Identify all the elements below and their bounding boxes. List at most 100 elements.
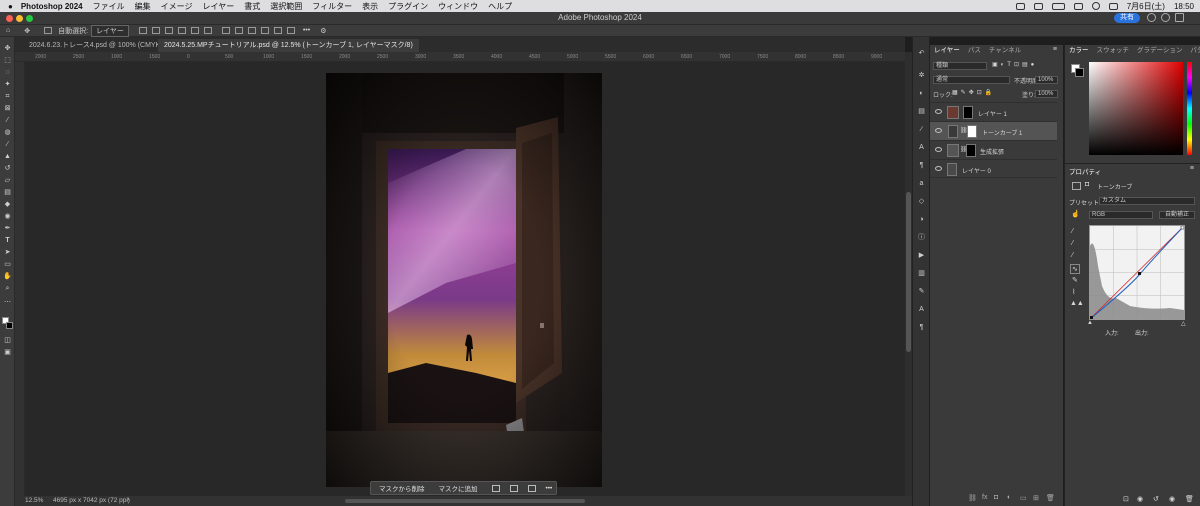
- frame-tool-icon[interactable]: ⊠: [3, 105, 12, 113]
- hue-slider[interactable]: [1187, 62, 1192, 155]
- more-tools-icon[interactable]: ⋯: [3, 299, 12, 307]
- path-selection-tool-icon[interactable]: ➤: [3, 249, 12, 257]
- magic-wand-tool-icon[interactable]: ✦: [3, 81, 12, 89]
- visibility-eye-icon[interactable]: [935, 109, 942, 114]
- eyedropper-gray-icon[interactable]: ⁄: [1072, 240, 1073, 247]
- more-options-button[interactable]: •••: [546, 485, 553, 492]
- trash-icon[interactable]: 🗑: [1185, 495, 1194, 503]
- clipping-warning-icon[interactable]: ▲▲: [1070, 300, 1084, 307]
- menu-view[interactable]: 表示: [362, 1, 378, 12]
- help-icon[interactable]: [1161, 13, 1170, 22]
- apple-icon[interactable]: ●: [8, 2, 13, 11]
- tab-gradients[interactable]: グラデーション: [1133, 45, 1186, 57]
- 3d-icon[interactable]: ◇: [917, 197, 926, 206]
- battery-icon[interactable]: [1051, 2, 1065, 10]
- mask-refine-icon[interactable]: [509, 484, 518, 492]
- distribute-icon[interactable]: [221, 27, 230, 34]
- visibility-eye-icon[interactable]: [935, 147, 942, 152]
- tab-color[interactable]: カラー: [1065, 45, 1093, 57]
- healing-brush-tool-icon[interactable]: ◍: [3, 129, 12, 137]
- layer-row[interactable]: ⛓ 生成拡張: [930, 140, 1057, 159]
- distribute-right-icon[interactable]: [247, 27, 256, 34]
- gear-icon[interactable]: ⚙: [320, 27, 326, 35]
- layer-kind-filter[interactable]: 種類: [933, 62, 987, 70]
- new-layer-icon[interactable]: ⊞: [1033, 494, 1039, 502]
- link-layers-icon[interactable]: ⛓: [968, 494, 977, 502]
- move-tool-icon[interactable]: ✥: [24, 27, 30, 35]
- white-point-slider[interactable]: △: [1181, 320, 1186, 327]
- tab-paths[interactable]: パス: [964, 45, 985, 57]
- vertical-scrollbar[interactable]: [905, 52, 912, 496]
- distribute-vertical-icon[interactable]: [273, 27, 282, 34]
- history-icon[interactable]: ↶: [917, 49, 926, 58]
- dodge-tool-icon[interactable]: ◉: [3, 213, 12, 221]
- search-icon[interactable]: [1147, 13, 1156, 22]
- preset-dropdown[interactable]: カスタム: [1099, 197, 1195, 205]
- visibility-eye-icon[interactable]: [935, 128, 942, 133]
- clip-to-layer-icon[interactable]: ⊡: [1123, 495, 1129, 503]
- type-panel-icon[interactable]: A: [917, 305, 926, 314]
- creative-cloud-icon[interactable]: [1015, 2, 1025, 10]
- layer-mask-thumbnail[interactable]: [967, 125, 977, 138]
- menu-select[interactable]: 選択範囲: [270, 1, 302, 12]
- menu-type[interactable]: 書式: [244, 1, 260, 12]
- marquee-tool-icon[interactable]: ⬚: [3, 57, 12, 65]
- workspace-icon[interactable]: [1175, 13, 1184, 22]
- eyedropper-white-icon[interactable]: ⁄: [1072, 252, 1073, 259]
- reset-icon[interactable]: ↺: [1153, 495, 1159, 503]
- channel-dropdown[interactable]: RGB: [1089, 211, 1153, 219]
- tab-patterns[interactable]: パターン: [1186, 45, 1200, 57]
- auto-select-checkbox[interactable]: [44, 27, 53, 34]
- styles-icon[interactable]: ◑: [917, 215, 926, 224]
- horizontal-scrollbar[interactable]: [345, 499, 585, 503]
- menu-image[interactable]: イメージ: [161, 1, 193, 12]
- more-options-icon[interactable]: •••: [303, 27, 310, 34]
- line-icon[interactable]: [1033, 2, 1043, 10]
- document-image[interactable]: [326, 73, 602, 487]
- filter-icons[interactable]: ▣◐T⊡▤●: [992, 61, 1037, 68]
- eyedropper-black-icon[interactable]: ⁄: [1072, 228, 1073, 235]
- layer-name[interactable]: 生成拡張: [980, 147, 1004, 156]
- layer-mask-thumbnail[interactable]: [963, 106, 973, 119]
- clone-stamp-tool-icon[interactable]: ▲: [3, 153, 12, 161]
- color-field[interactable]: [1089, 62, 1183, 155]
- tab-document-tutorial[interactable]: 2024.5.25.MPチュートリアル.psd @ 12.5% (トーンカーブ …: [158, 39, 419, 52]
- panel-menu-icon[interactable]: ≡: [1190, 165, 1194, 172]
- visibility-eye-icon[interactable]: [935, 166, 942, 171]
- control-center-icon[interactable]: [1108, 2, 1118, 10]
- layer-row[interactable]: レイヤー 0: [930, 159, 1057, 178]
- zoom-tool-icon[interactable]: ⌕: [3, 285, 12, 293]
- status-arrow-icon[interactable]: ›: [127, 496, 129, 503]
- tab-channels[interactable]: チャンネル: [985, 45, 1025, 57]
- gradient-tool-icon[interactable]: ▤: [3, 189, 12, 197]
- panel-menu-icon[interactable]: ≡: [1053, 46, 1057, 53]
- background-color-swatch[interactable]: [6, 322, 13, 329]
- adjustment-layer-icon[interactable]: ◐: [1007, 494, 1011, 501]
- history-brush-tool-icon[interactable]: ↺: [3, 165, 12, 173]
- hand-tool-icon[interactable]: ✋: [3, 273, 12, 281]
- notes-icon[interactable]: ✎: [917, 287, 926, 296]
- zoom-level[interactable]: 12.5%: [25, 497, 43, 504]
- blur-tool-icon[interactable]: ◆: [3, 201, 12, 209]
- add-mask-icon[interactable]: ◘: [994, 494, 998, 501]
- black-point-slider[interactable]: ▲: [1087, 320, 1093, 326]
- share-button[interactable]: 共有: [1114, 13, 1140, 23]
- lock-icons[interactable]: ▦✎✥⊡🔒: [952, 89, 995, 96]
- measurement-icon[interactable]: ▥: [917, 269, 926, 278]
- distribute-bottom-icon[interactable]: [286, 27, 295, 34]
- menu-file[interactable]: ファイル: [93, 1, 125, 12]
- screen-mode-icon[interactable]: ▣: [3, 349, 12, 357]
- crop-tool-icon[interactable]: ⌗: [3, 93, 12, 101]
- align-right-icon[interactable]: [164, 27, 173, 34]
- actions-icon[interactable]: ▶: [917, 251, 926, 260]
- menu-filter[interactable]: フィルター: [312, 1, 352, 12]
- menu-help[interactable]: ヘルプ: [488, 1, 512, 12]
- properties-title[interactable]: プロパティ: [1069, 166, 1101, 176]
- smooth-curve-icon[interactable]: ⌇: [1072, 288, 1075, 296]
- character-icon[interactable]: A: [917, 143, 926, 152]
- tab-document-trace[interactable]: 2024.6.23.トレース4.psd @ 100% (CMYK/8): [23, 39, 174, 52]
- mask-fill-icon[interactable]: [527, 484, 536, 492]
- distribute-center-icon[interactable]: [234, 27, 243, 34]
- menubar-time[interactable]: 18:50: [1174, 2, 1194, 11]
- add-to-mask-button[interactable]: マスクに追加: [439, 483, 478, 493]
